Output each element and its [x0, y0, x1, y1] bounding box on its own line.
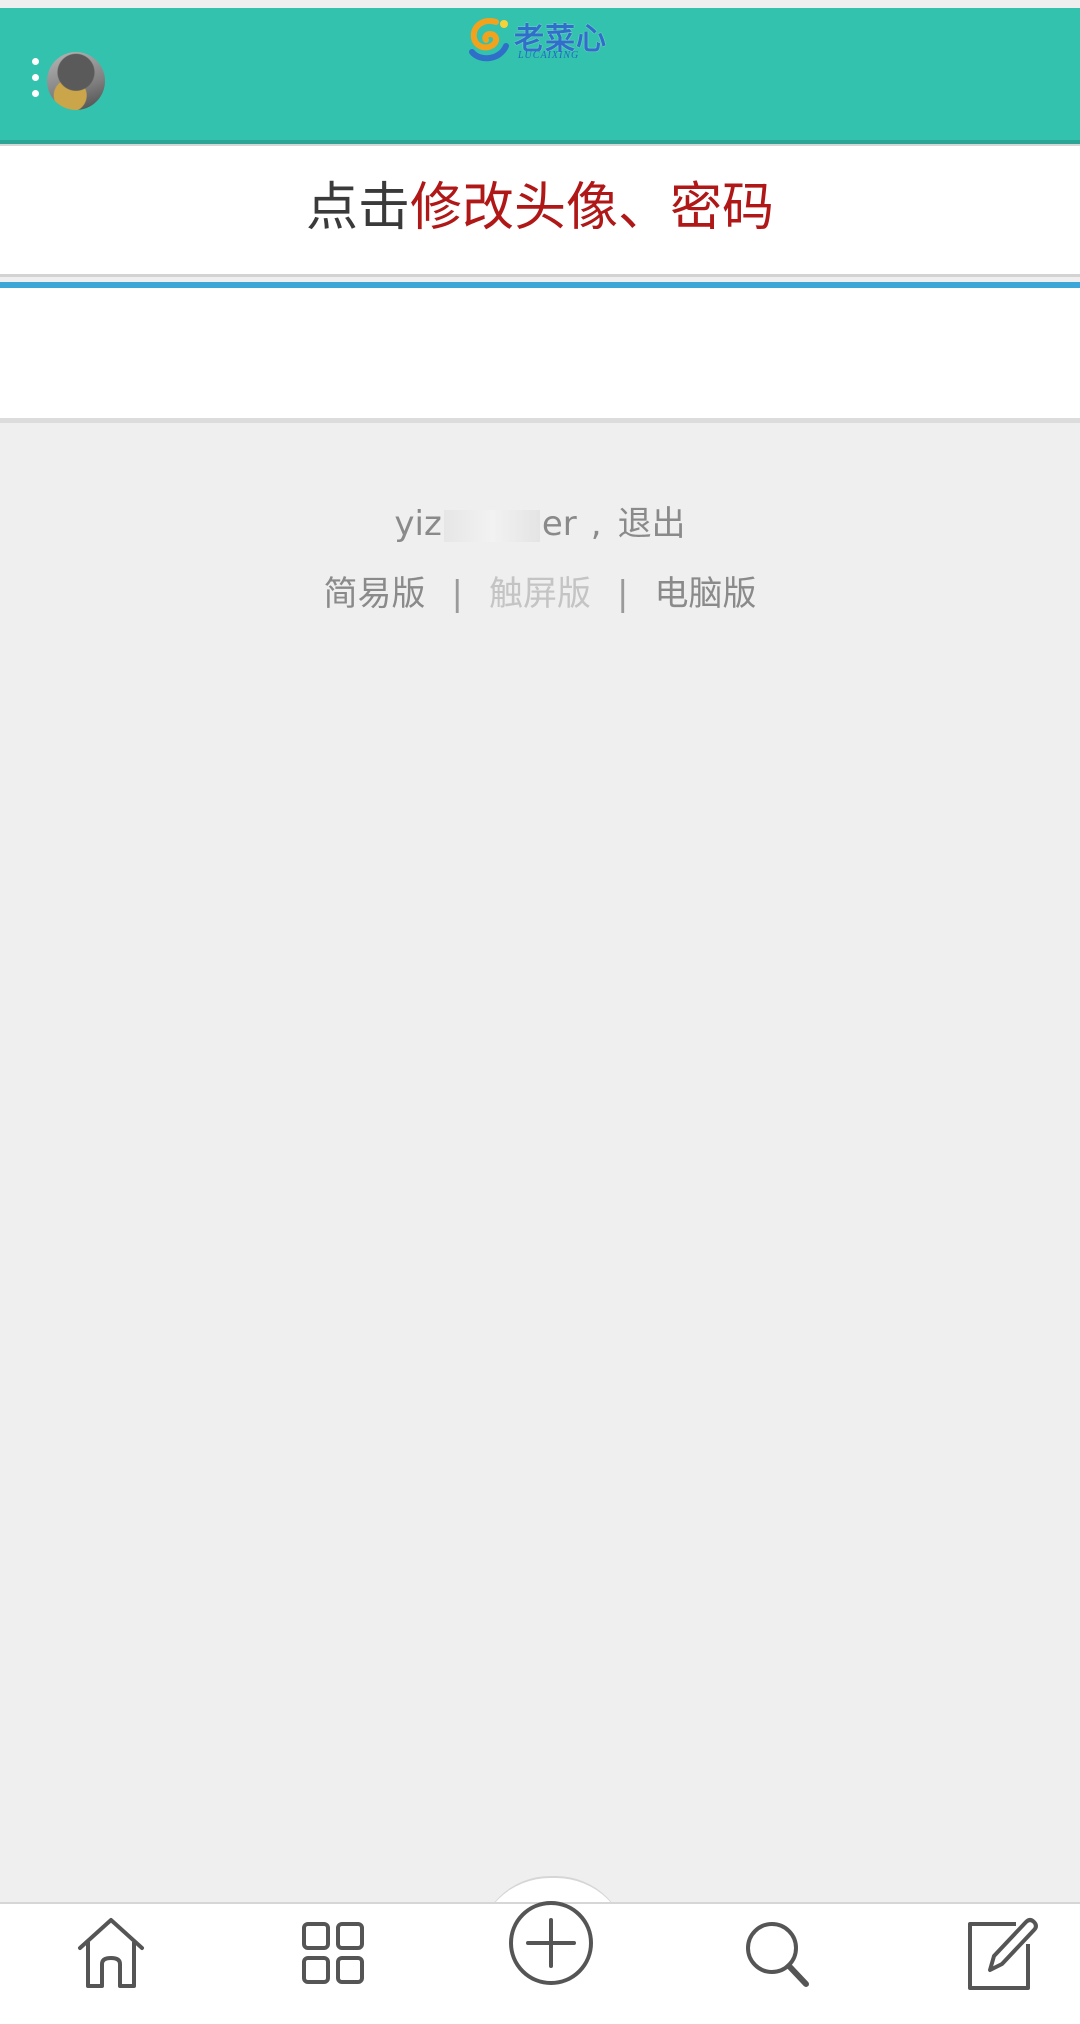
logo-subtitle: LUCAIXING: [518, 50, 580, 61]
username-start: yiz: [394, 504, 442, 544]
touch-version-link: 触屏版: [489, 574, 591, 614]
simple-version-link[interactable]: 简易版: [324, 574, 426, 614]
edit-profile-banner[interactable]: 点击修改头像、密码: [0, 146, 1080, 277]
home-icon[interactable]: [66, 1908, 156, 1998]
account-line: yiz er, 退出: [0, 496, 1080, 545]
top-bar: 老菜心 LUCAIXING: [0, 8, 1080, 144]
more-vertical-icon[interactable]: [30, 54, 40, 104]
username-redacted: [443, 509, 540, 542]
version-switcher: 简易版 | 触屏版 | 电脑版: [0, 566, 1080, 615]
version-divider: |: [451, 574, 463, 614]
comma-separator: ,: [590, 504, 602, 544]
search-icon[interactable]: [732, 1910, 822, 2000]
logout-link[interactable]: 退出: [618, 504, 686, 544]
desktop-version-link[interactable]: 电脑版: [654, 574, 756, 614]
empty-panel: [0, 288, 1080, 423]
avatar[interactable]: [47, 52, 105, 110]
add-circle-icon[interactable]: [506, 1898, 596, 1988]
logo-mark-icon: [469, 18, 509, 62]
site-logo[interactable]: 老菜心 LUCAIXING: [466, 12, 616, 68]
version-divider: |: [617, 574, 629, 614]
banner-emphasis: 修改头像、密码: [410, 178, 775, 238]
grid-icon[interactable]: [288, 1910, 378, 2000]
banner-prefix: 点击: [305, 178, 410, 238]
edit-icon[interactable]: [954, 1908, 1044, 1998]
edit-profile-text: 点击修改头像、密码: [0, 176, 1080, 240]
username-end: er: [541, 504, 577, 544]
